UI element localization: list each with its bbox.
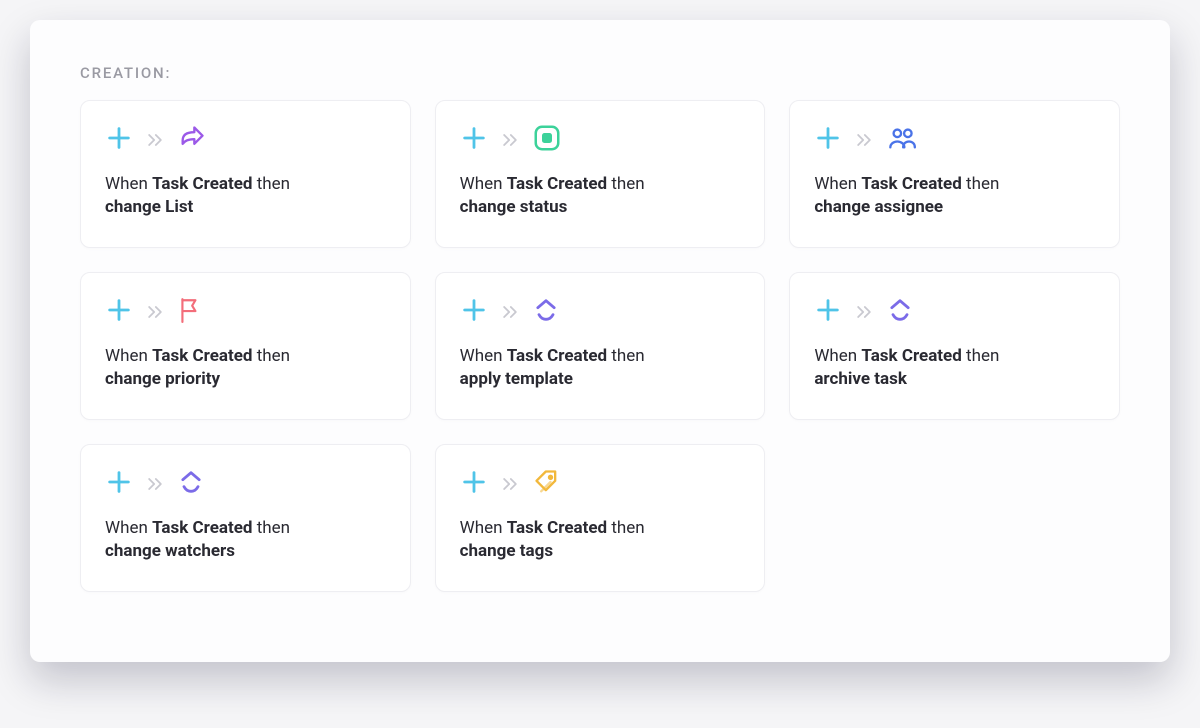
automation-card-apply-template[interactable]: When Task Created then apply template [435,272,766,420]
automation-card-change-list[interactable]: When Task Created then change List [80,100,411,248]
chevron-double-right-icon [854,302,874,322]
trigger-text: Task Created [152,346,252,366]
icon-row [814,297,1095,327]
plus-icon [105,124,133,156]
icon-row [460,125,741,155]
clickup-icon [886,295,914,329]
action-text: change watchers [105,541,235,561]
people-icon [886,124,918,156]
action-text: archive task [814,369,907,389]
automation-card-change-watchers[interactable]: When Task Created then change watchers [80,444,411,592]
automation-description: When Task Created then change tags [460,517,741,563]
trigger-text: Task Created [152,518,252,538]
when-text: When [814,346,861,366]
share-icon [177,124,207,156]
automation-description: When Task Created then change priority [105,345,386,391]
automation-description: When Task Created then change watchers [105,517,386,563]
then-text: then [252,174,290,194]
plus-icon [460,124,488,156]
action-text: change assignee [814,197,943,217]
plus-icon [814,124,842,156]
clickup-icon [177,467,205,501]
automation-card-change-priority[interactable]: When Task Created then change priority [80,272,411,420]
action-text: change tags [460,541,553,561]
trigger-text: Task Created [861,346,961,366]
then-text: then [607,346,645,366]
when-text: When [460,174,507,194]
flag-icon [177,295,203,329]
automation-description: When Task Created then archive task [814,345,1095,391]
action-text: change priority [105,369,220,389]
then-text: then [962,346,1000,366]
plus-icon [105,468,133,500]
chevron-double-right-icon [500,302,520,322]
chevron-double-right-icon [500,474,520,494]
trigger-text: Task Created [861,174,961,194]
action-text: change status [460,197,568,217]
trigger-text: Task Created [152,174,252,194]
icon-row [105,297,386,327]
automation-card-change-tags[interactable]: When Task Created then change tags [435,444,766,592]
automation-grid: When Task Created then change List When … [80,100,1120,592]
automation-description: When Task Created then change List [105,173,386,219]
when-text: When [460,518,507,538]
plus-icon [105,296,133,328]
automation-description: When Task Created then apply template [460,345,741,391]
then-text: then [607,518,645,538]
chevron-double-right-icon [854,130,874,150]
automation-card-archive-task[interactable]: When Task Created then archive task [789,272,1120,420]
chevron-double-right-icon [145,130,165,150]
trigger-text: Task Created [507,174,607,194]
when-text: When [105,174,152,194]
icon-row [105,469,386,499]
icon-row [460,297,741,327]
plus-icon [460,468,488,500]
creation-panel: CREATION: When Task Created then change … [30,20,1170,662]
chevron-double-right-icon [500,130,520,150]
then-text: then [607,174,645,194]
chevron-double-right-icon [145,474,165,494]
plus-icon [814,296,842,328]
icon-row [460,469,741,499]
action-text: change List [105,197,193,217]
then-text: then [252,346,290,366]
then-text: then [252,518,290,538]
clickup-icon [532,295,560,329]
automation-description: When Task Created then change assignee [814,173,1095,219]
automation-card-change-status[interactable]: When Task Created then change status [435,100,766,248]
when-text: When [105,346,152,366]
icon-row [105,125,386,155]
status-icon [532,123,562,157]
trigger-text: Task Created [507,518,607,538]
action-text: apply template [460,369,573,389]
trigger-text: Task Created [507,346,607,366]
automation-card-change-assignee[interactable]: When Task Created then change assignee [789,100,1120,248]
then-text: then [962,174,1000,194]
tag-icon [532,468,562,500]
chevron-double-right-icon [145,302,165,322]
when-text: When [814,174,861,194]
when-text: When [105,518,152,538]
plus-icon [460,296,488,328]
automation-description: When Task Created then change status [460,173,741,219]
when-text: When [460,346,507,366]
section-title: CREATION: [80,64,1120,82]
icon-row [814,125,1095,155]
